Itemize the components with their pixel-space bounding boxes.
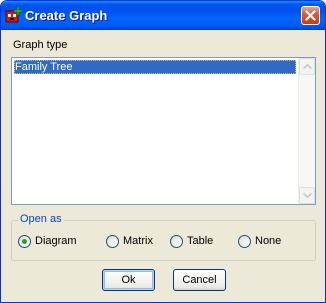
open-as-legend: Open as	[18, 213, 64, 225]
radio-button-checked[interactable]	[18, 235, 31, 248]
radio-button[interactable]	[170, 235, 183, 248]
close-icon	[305, 10, 316, 21]
create-graph-dialog: Create Graph Graph type Family Tree Open…	[0, 0, 326, 303]
radio-label-table: Table	[187, 235, 214, 247]
scroll-up-button[interactable]	[299, 58, 315, 75]
graph-type-label: Graph type	[13, 39, 68, 51]
radio-label-diagram: Diagram	[35, 235, 77, 247]
radio-label-matrix: Matrix	[123, 235, 153, 247]
vertical-scrollbar[interactable]	[298, 58, 315, 204]
close-button[interactable]	[301, 6, 320, 25]
arrow-up-icon	[303, 64, 312, 69]
title-bar[interactable]: Create Graph	[1, 1, 325, 30]
graph-type-list[interactable]: Family Tree	[11, 57, 316, 205]
radio-label-none: None	[255, 235, 282, 247]
window-title: Create Graph	[25, 8, 108, 23]
ok-button[interactable]: Ok	[102, 269, 155, 291]
radio-button[interactable]	[106, 235, 119, 248]
scroll-down-button[interactable]	[299, 187, 315, 204]
app-graph-icon	[5, 6, 23, 23]
arrow-down-icon	[303, 193, 312, 198]
list-item[interactable]: Family Tree	[14, 60, 296, 74]
radio-button[interactable]	[238, 235, 251, 248]
cancel-button[interactable]: Cancel	[173, 269, 226, 291]
radio-dot-icon	[22, 239, 27, 244]
